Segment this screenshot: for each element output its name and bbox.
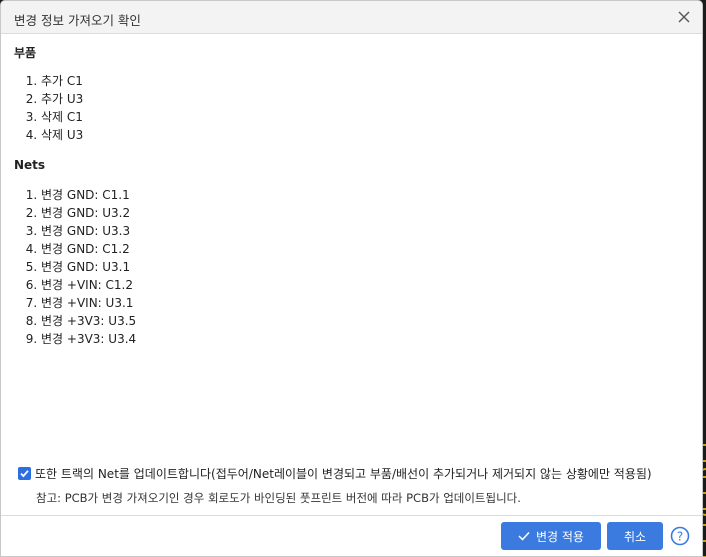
import-note-text: 참고: PCB가 변경 가져오기인 경우 회로도가 바인딩된 풋프린트 버전에 … [36, 491, 521, 505]
dialog-footer: 변경 적용 취소 ? [1, 515, 702, 556]
dialog-title: 변경 정보 가져오기 확인 [14, 13, 141, 28]
help-icon[interactable]: ? [670, 526, 690, 546]
parts-change-list: 추가 C1 추가 U3 삭제 C1 삭제 U3 [14, 72, 83, 144]
check-icon [518, 531, 530, 541]
close-icon[interactable] [676, 9, 692, 25]
list-item: 변경 +3V3: U3.5 [41, 312, 136, 330]
cancel-button[interactable]: 취소 [607, 522, 663, 550]
update-track-nets-label[interactable]: 또한 트랙의 Net를 업데이트합니다(접두어/Net레이블이 변경되고 부품/… [35, 465, 652, 482]
list-item: 변경 GND: U3.3 [41, 222, 136, 240]
cancel-label: 취소 [623, 529, 647, 544]
checkmark-icon [20, 469, 29, 477]
list-item: 변경 +3V3: U3.4 [41, 330, 136, 348]
parts-section-title: 부품 [14, 46, 37, 60]
update-track-nets-option[interactable]: 또한 트랙의 Net를 업데이트합니다(접두어/Net레이블이 변경되고 부품/… [18, 465, 652, 481]
list-item: 삭제 U3 [41, 126, 83, 144]
dialog-content: 부품 추가 C1 추가 U3 삭제 C1 삭제 U3 Nets 변경 GND: … [1, 33, 702, 556]
list-item: 변경 +VIN: C1.2 [41, 276, 136, 294]
nets-section-title: Nets [14, 158, 46, 172]
list-item: 변경 +VIN: U3.1 [41, 294, 136, 312]
list-item: 변경 GND: U3.1 [41, 258, 136, 276]
apply-changes-label: 변경 적용 [536, 529, 584, 544]
dialog-titlebar: 변경 정보 가져오기 확인 [1, 1, 702, 34]
list-item: 변경 GND: C1.1 [41, 186, 136, 204]
list-item: 변경 GND: C1.2 [41, 240, 136, 258]
list-item: 변경 GND: U3.2 [41, 204, 136, 222]
svg-text:?: ? [677, 530, 683, 544]
list-item: 추가 C1 [41, 72, 83, 90]
list-item: 삭제 C1 [41, 108, 83, 126]
update-track-nets-checkbox[interactable] [18, 466, 31, 480]
confirm-import-changes-dialog: 변경 정보 가져오기 확인 부품 추가 C1 추가 U3 삭제 C1 삭제 U3… [0, 0, 703, 557]
list-item: 추가 U3 [41, 90, 83, 108]
apply-changes-button[interactable]: 변경 적용 [501, 522, 601, 550]
nets-change-list: 변경 GND: C1.1 변경 GND: U3.2 변경 GND: U3.3 변… [14, 186, 136, 348]
